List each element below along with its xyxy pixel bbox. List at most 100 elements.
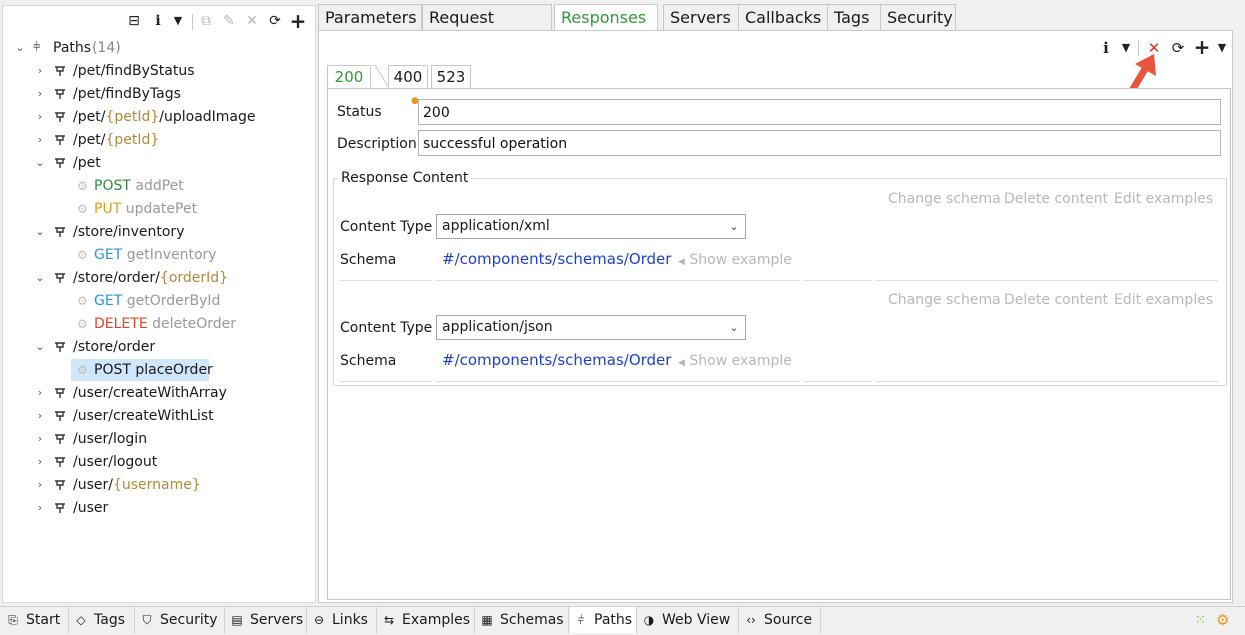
bottom-tab-servers[interactable]: ▤ Servers (226, 607, 307, 633)
bottom-tab-tags[interactable]: ◇ Tags (70, 607, 135, 633)
path-prefix: /user/ (73, 477, 113, 493)
path-label: /pet/{petId} (73, 129, 159, 151)
tab-tags[interactable]: Tags (827, 4, 883, 30)
chevron-right-icon[interactable]: › (35, 451, 45, 473)
tab-response-400[interactable]: 400 (388, 65, 428, 88)
bottom-tab-source[interactable]: ‹› Source (740, 607, 821, 633)
tree-item-operation[interactable]: ⚙ PUT updatePet (71, 198, 251, 220)
tree-item-operation[interactable]: ⚙ POST addPet (71, 175, 251, 197)
tree-item-path[interactable]: › /user/{username} (3, 474, 303, 496)
tab-response-523[interactable]: 523 (431, 65, 471, 88)
change-schema-link[interactable]: Change schema (888, 290, 1001, 310)
path-label: /user/logout (73, 451, 157, 473)
grid-status-icon[interactable]: ⁙ (1195, 613, 1206, 628)
chevron-down-icon[interactable]: ⌄ (35, 267, 45, 289)
path-label: /store/order/{orderId} (73, 267, 228, 289)
chevron-down-icon[interactable]: ⌄ (35, 336, 45, 358)
show-example-toggle[interactable]: ◀ Show example (678, 250, 792, 272)
edit-examples-link[interactable]: Edit examples (1114, 189, 1213, 209)
info-icon[interactable]: i (149, 12, 167, 30)
tree-item-path[interactable]: › /user/createWithArray (3, 382, 303, 404)
tree-item-path[interactable]: › /user/logout (3, 451, 303, 473)
bottom-tab-start[interactable]: ⎘ Start (2, 607, 69, 633)
row-divider (340, 381, 432, 382)
tree-item-path[interactable]: ⌄ /store/inventory (3, 221, 303, 243)
tree-item-path[interactable]: › /pet/findByStatus (3, 60, 303, 82)
tree-item-path[interactable]: › /user (3, 497, 303, 519)
path-label: /store/order (73, 336, 155, 358)
tree-item-operation[interactable]: ⚙ GET getInventory (71, 244, 251, 266)
copy-icon[interactable]: ⧉ (197, 12, 215, 30)
add-icon[interactable]: + (289, 11, 307, 31)
show-example-toggle[interactable]: ◀ Show example (678, 351, 792, 373)
content-type-select[interactable]: application/json ⌄ (436, 315, 746, 340)
tab-security[interactable]: Security (880, 4, 956, 30)
collapse-all-icon[interactable]: ⊟ (125, 12, 143, 30)
settings-gear-icon[interactable]: ⚙ (1216, 611, 1229, 629)
content-type-select[interactable]: application/xml ⌄ (436, 214, 746, 239)
schemas-icon: ▦ (481, 613, 493, 627)
chevron-down-icon[interactable]: ⌄ (35, 152, 45, 174)
delete-icon[interactable]: ✕ (243, 12, 261, 30)
tree-item-path[interactable]: ⌄ /pet (3, 152, 303, 174)
tree-item-path[interactable]: › /pet/findByTags (3, 83, 303, 105)
row-divider (804, 381, 872, 382)
delete-content-link[interactable]: Delete content (1004, 189, 1108, 209)
tree-item-path[interactable]: › /pet/{petId} (3, 129, 303, 151)
chevron-down-icon[interactable]: ▼ (169, 12, 187, 30)
chevron-right-icon[interactable]: › (35, 474, 45, 496)
refresh-icon[interactable]: ⟳ (1169, 39, 1187, 57)
description-input[interactable]: successful operation (418, 130, 1221, 156)
chevron-right-icon[interactable]: › (35, 497, 45, 519)
tree-item-operation[interactable]: ⚙ GET getOrderById (71, 290, 251, 312)
chevron-right-icon[interactable]: › (35, 83, 45, 105)
bottom-tab-paths[interactable]: ⫩ Paths (570, 607, 637, 633)
bottom-tab-web-view[interactable]: ◑ Web View (638, 607, 739, 633)
chevron-right-icon[interactable]: › (35, 428, 45, 450)
chevron-right-icon[interactable]: › (35, 405, 45, 427)
chevron-right-icon[interactable]: › (35, 60, 45, 82)
tab-response-200[interactable]: 200 (327, 65, 371, 88)
tab-responses[interactable]: Responses (554, 4, 658, 31)
delete-content-link[interactable]: Delete content (1004, 290, 1108, 310)
bottom-tab-examples[interactable]: ⇆ Examples (378, 607, 475, 633)
schema-link[interactable]: #/components/schemas/Order (442, 249, 671, 269)
row-divider (876, 381, 1218, 382)
bottom-tab-security[interactable]: ⛉ Security (136, 607, 225, 633)
content-type-label: Content Type (340, 219, 433, 235)
tree-root-paths[interactable]: ⌄ ⫩ Paths (14) (3, 37, 303, 59)
tree-item-path[interactable]: ⌄ /store/order (3, 336, 303, 358)
tab-callbacks[interactable]: Callbacks (738, 4, 828, 30)
chevron-right-icon[interactable]: › (35, 382, 45, 404)
path-label: /pet/{petId}/uploadImage (73, 106, 256, 128)
status-label: Status (337, 104, 382, 120)
bottom-tab-links[interactable]: ⊖ Links (308, 607, 377, 633)
operation-name: deleteOrder (152, 316, 237, 332)
chevron-down-icon[interactable]: ▼ (1213, 39, 1231, 57)
chevron-down-icon[interactable]: ⌄ (35, 221, 45, 243)
operation-gear-icon: ⚙ (77, 317, 88, 331)
tab-request-bodies[interactable]: Request Bodies (422, 4, 552, 52)
refresh-icon[interactable]: ⟳ (266, 12, 284, 30)
chevron-right-icon[interactable]: › (35, 129, 45, 151)
schema-link[interactable]: #/components/schemas/Order (442, 350, 671, 370)
bottom-tab-schemas[interactable]: ▦ Schemas (476, 607, 569, 633)
edit-examples-link[interactable]: Edit examples (1114, 290, 1213, 310)
tree-item-operation[interactable]: ⚙ DELETE deleteOrder (71, 313, 251, 335)
change-schema-link[interactable]: Change schema (888, 189, 1001, 209)
chevron-down-icon[interactable]: ⌄ (15, 37, 25, 59)
status-input[interactable]: 200 (418, 99, 1221, 125)
edit-icon[interactable]: ✎ (220, 12, 238, 30)
tab-servers[interactable]: Servers (663, 4, 745, 30)
tree-item-path[interactable]: › /user/login (3, 428, 303, 450)
tree-item-path[interactable]: ⌄ /store/order/{orderId} (3, 267, 303, 289)
operation-name: placeOrder (135, 362, 213, 378)
chevron-right-icon[interactable]: › (35, 106, 45, 128)
path-prefix: /user (73, 500, 109, 516)
add-icon[interactable]: + (1193, 37, 1211, 57)
tree-item-path[interactable]: › /user/createWithList (3, 405, 303, 427)
tree-item-path[interactable]: › /pet/{petId}/uploadImage (3, 106, 303, 128)
tree-item-operation[interactable]: ⚙ POST placeOrder (71, 359, 213, 381)
path-param: {orderId} (159, 270, 229, 286)
tab-parameters[interactable]: Parameters (318, 4, 422, 30)
